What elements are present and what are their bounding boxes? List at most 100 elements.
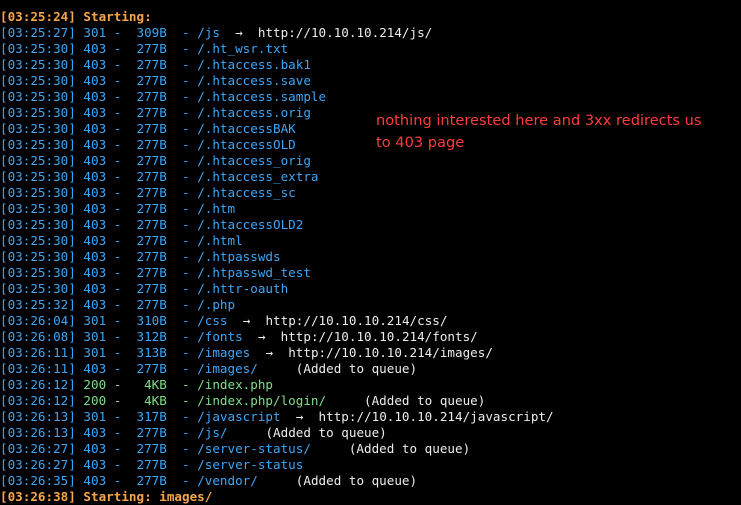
row-status-code: 403 <box>83 201 107 216</box>
row-path: /.htaccess.save <box>197 73 311 88</box>
row-size: 277B <box>136 105 167 120</box>
row-timestamp: [03:25:30] <box>0 41 76 56</box>
table-row: [03:26:13] 403 - 277B - /js/ (Added to q… <box>0 425 387 440</box>
row-status-code: 403 <box>83 265 107 280</box>
row-redirect-url: http://10.10.10.214/images/ <box>288 345 493 360</box>
row-path: /.htaccessOLD <box>197 137 296 152</box>
row-size: 277B <box>136 41 167 56</box>
row-size: 277B <box>136 441 167 456</box>
row-timestamp: [03:26:35] <box>0 473 76 488</box>
row-size: 277B <box>136 473 167 488</box>
row-size: 277B <box>136 137 167 152</box>
row-path: /index.php/login/ <box>197 393 327 408</box>
row-status-code: 403 <box>83 297 107 312</box>
row-path: /vendor/ <box>197 473 258 488</box>
row-queue-note: (Added to queue) <box>348 441 471 456</box>
row-path: /.htaccessOLD2 <box>197 217 304 232</box>
annotation-line-1: nothing interested here and 3xx redirect… <box>376 112 702 129</box>
row-timestamp: [03:25:27] <box>0 25 76 40</box>
row-status-code: 301 <box>83 25 107 40</box>
row-path: /.htm <box>197 201 236 216</box>
row-size: 277B <box>136 89 167 104</box>
row-status-code: 403 <box>83 217 107 232</box>
redirect-arrow-icon: → <box>242 313 251 328</box>
table-row: [03:26:27] 403 - 277B - /server-status <box>0 457 304 472</box>
row-timestamp: [03:26:27] <box>0 457 76 472</box>
table-row: [03:25:30] 403 - 277B - /.htaccess_sc <box>0 185 296 200</box>
table-row: [03:25:30] 403 - 277B - /.ht_wsr.txt <box>0 41 289 56</box>
table-row: [03:26:11] 403 - 277B - /images/ (Added … <box>0 361 418 376</box>
annotation-note: nothing interested here and 3xx redirect… <box>376 110 736 154</box>
row-status-code: 403 <box>83 473 107 488</box>
table-row: [03:25:30] 403 - 277B - /.htm <box>0 201 236 216</box>
row-size: 277B <box>136 233 167 248</box>
annotation-line-2: to 403 page <box>376 134 465 151</box>
row-path: /.htaccess_extra <box>197 169 319 184</box>
result-rows: [03:25:27] 301 - 309B - /js → http://10.… <box>0 25 741 489</box>
row-path: /js <box>197 25 220 40</box>
row-status-code: 301 <box>83 313 107 328</box>
row-size: 4KB <box>144 393 167 408</box>
row-size: 309B <box>136 25 167 40</box>
redirect-arrow-icon: → <box>257 329 266 344</box>
row-path: /js/ <box>197 425 228 440</box>
row-queue-note: (Added to queue) <box>364 393 486 408</box>
row-queue-note: (Added to queue) <box>265 425 387 440</box>
terminal-output: [03:25:24] Starting: [03:25:27] 301 - 30… <box>0 9 741 505</box>
row-timestamp: [03:25:30] <box>0 153 76 168</box>
row-path: /css <box>197 313 228 328</box>
row-timestamp: [03:25:30] <box>0 57 76 72</box>
row-size: 277B <box>136 297 167 312</box>
table-row: [03:25:30] 403 - 277B - /.htaccessOLD2 <box>0 217 304 232</box>
table-row: [03:26:13] 301 - 317B - /javascript → ht… <box>0 409 554 424</box>
row-size: 277B <box>136 281 167 296</box>
row-size: 277B <box>136 265 167 280</box>
row-status-code: 403 <box>83 425 107 440</box>
table-row: [03:25:30] 403 - 277B - /.htaccess.bak1 <box>0 57 311 72</box>
row-timestamp: [03:25:30] <box>0 233 76 248</box>
row-timestamp: [03:25:30] <box>0 249 76 264</box>
table-row: [03:25:30] 403 - 277B - /.htaccess_orig <box>0 153 311 168</box>
row-timestamp: [03:25:32] <box>0 297 76 312</box>
table-row: [03:26:08] 301 - 312B - /fonts → http://… <box>0 329 478 344</box>
row-status-code: 301 <box>83 409 107 424</box>
row-path: /.ht_wsr.txt <box>197 41 289 56</box>
row-path: /.htaccess.orig <box>197 105 311 120</box>
row-status-code: 200 <box>83 377 107 392</box>
row-size: 277B <box>136 57 167 72</box>
row-timestamp: [03:25:30] <box>0 201 76 216</box>
table-row: [03:25:30] 403 - 277B - /.htaccess_extra <box>0 169 319 184</box>
scan-next-line: [03:26:38] Starting: images/ <box>0 489 741 505</box>
row-timestamp: [03:25:30] <box>0 169 76 184</box>
row-timestamp: [03:26:08] <box>0 329 76 344</box>
row-timestamp: [03:26:12] <box>0 393 76 408</box>
row-path: /.htpasswds <box>197 249 281 264</box>
table-row: [03:25:30] 403 - 277B - /.html <box>0 233 243 248</box>
row-status-code: 301 <box>83 345 107 360</box>
row-status-code: 403 <box>83 57 107 72</box>
row-timestamp: [03:26:04] <box>0 313 76 328</box>
row-status-code: 301 <box>83 329 107 344</box>
row-path: /.htpasswd_test <box>197 265 311 280</box>
row-redirect-url: http://10.10.10.214/css/ <box>265 313 448 328</box>
row-status-code: 403 <box>83 121 107 136</box>
row-status-code: 403 <box>83 249 107 264</box>
row-status-code: 403 <box>83 233 107 248</box>
row-path: /fonts <box>197 329 243 344</box>
row-path: /server-status <box>197 457 304 472</box>
row-path: /images/ <box>197 361 258 376</box>
row-path: /.html <box>197 233 243 248</box>
table-row: [03:26:04] 301 - 310B - /css → http://10… <box>0 313 448 328</box>
row-status-code: 403 <box>83 137 107 152</box>
start-label: Starting: <box>83 9 152 24</box>
row-size: 277B <box>136 249 167 264</box>
row-size: 313B <box>136 345 167 360</box>
row-redirect-url: http://10.10.10.214/javascript/ <box>318 409 554 424</box>
row-timestamp: [03:25:30] <box>0 105 76 120</box>
row-path: /index.php <box>197 377 274 392</box>
row-timestamp: [03:25:30] <box>0 89 76 104</box>
row-size: 4KB <box>144 377 167 392</box>
row-size: 310B <box>136 313 167 328</box>
row-status-code: 200 <box>83 393 107 408</box>
row-status-code: 403 <box>83 441 107 456</box>
